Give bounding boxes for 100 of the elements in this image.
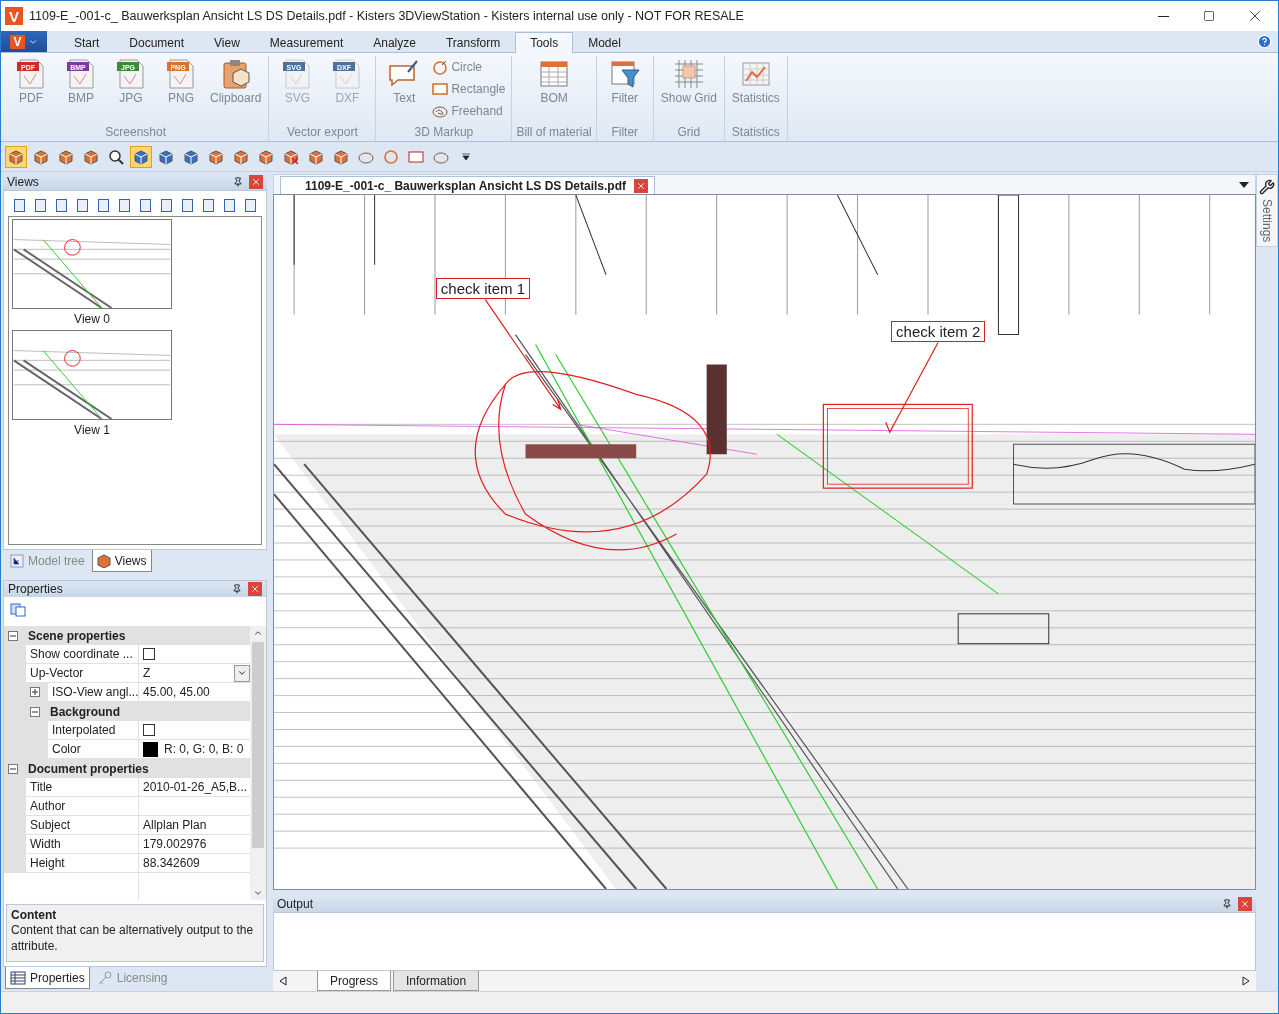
- property-value[interactable]: 179.002976: [139, 835, 250, 854]
- pin-button[interactable]: [1222, 899, 1232, 909]
- output-tab[interactable]: Information: [393, 971, 480, 991]
- view-toolbar-button[interactable]: [56, 199, 67, 212]
- ribbon-tab[interactable]: Tools: [515, 32, 574, 53]
- checkbox[interactable]: [143, 724, 155, 736]
- view-toolbar-button[interactable]: [161, 199, 172, 212]
- property-value[interactable]: [139, 721, 250, 740]
- panel-title: Output: [277, 897, 315, 911]
- close-button[interactable]: [1238, 897, 1252, 911]
- view-toolbar-button[interactable]: [77, 199, 88, 212]
- property-label: Interpolated: [48, 721, 139, 740]
- ribbon-button[interactable]: Circle: [430, 56, 508, 78]
- ribbon-tab[interactable]: Analyze: [358, 32, 431, 53]
- maximize-icon: [1203, 10, 1215, 22]
- description-title: Content: [11, 908, 58, 922]
- cube-delete-icon: [283, 148, 299, 165]
- view-label: View 1: [74, 423, 110, 437]
- ribbon-tab[interactable]: Start: [59, 32, 115, 53]
- property-value[interactable]: [139, 645, 250, 664]
- copy-icon[interactable]: [10, 603, 26, 617]
- minus-icon: [10, 632, 16, 639]
- collapse-toggle[interactable]: [30, 706, 40, 717]
- view-toolbar-button[interactable]: [203, 199, 214, 212]
- pin-button[interactable]: [232, 584, 242, 594]
- tree-icon: [10, 553, 24, 568]
- view-toolbar-button[interactable]: [35, 199, 46, 212]
- table-icon: [10, 970, 26, 985]
- property-value[interactable]: Allplan Plan: [139, 816, 250, 835]
- ribbon-tab[interactable]: Model: [573, 32, 636, 53]
- key-icon: [96, 970, 113, 985]
- panel-title: Properties: [8, 582, 64, 596]
- settings-side-tab[interactable]: Settings: [1256, 174, 1278, 248]
- view-toolbar-button[interactable]: [14, 199, 25, 212]
- view-thumbnail[interactable]: View 1: [11, 330, 173, 437]
- scroll-left-icon[interactable]: [279, 976, 287, 986]
- pin-button[interactable]: [233, 177, 243, 187]
- close-icon: [1240, 899, 1250, 909]
- ribbon-tab[interactable]: View: [199, 32, 255, 53]
- scroll-right-icon[interactable]: [1242, 976, 1250, 986]
- circle-icon: [383, 148, 399, 165]
- property-label: Height: [26, 854, 139, 873]
- collapse-toggle[interactable]: [8, 763, 18, 774]
- rectangle-icon: [408, 150, 424, 163]
- cube-icon: [308, 148, 324, 165]
- expand-toggle[interactable]: [30, 687, 40, 697]
- ribbon-tab[interactable]: Document: [114, 32, 200, 53]
- freehand-icon: [432, 103, 449, 119]
- property-value[interactable]: 2010-01-26_A5,B...: [139, 778, 250, 797]
- view-toolbar-button[interactable]: [119, 199, 130, 212]
- ribbon-group-label: Bill of material: [516, 125, 592, 141]
- property-value[interactable]: Z: [139, 664, 250, 683]
- collapse-toggle[interactable]: [8, 630, 18, 641]
- ribbon-group-label: Screenshot: [105, 125, 167, 141]
- document-tab[interactable]: 1109-E_-001-c_ Bauwerksplan Ansicht LS DS Details.pdf: [280, 176, 655, 194]
- property-label: Author: [26, 797, 139, 816]
- close-icon: [251, 177, 261, 187]
- window-title: 1109-E_-001-c_ Bauwerksplan Ansicht LS DS Details.pdf - Kisters 3DViewStation - Kisters internal use only - NOT FOR RESALE: [29, 9, 745, 23]
- panel-tab[interactable]: Views: [91, 550, 152, 572]
- markup-note[interactable]: check item 2: [891, 321, 986, 343]
- panel-title: Views: [7, 175, 40, 189]
- property-value[interactable]: 88.342609: [139, 854, 250, 873]
- markup-note[interactable]: check item 1: [435, 278, 531, 300]
- view-toolbar-button[interactable]: [245, 199, 256, 212]
- scrollbar[interactable]: [250, 626, 266, 900]
- property-label: Color: [48, 740, 139, 759]
- property-label: Up-Vector: [26, 664, 139, 683]
- help-icon[interactable]: [1257, 34, 1272, 49]
- property-value[interactable]: 45.00, 45.00: [139, 683, 250, 702]
- section-title: Document properties: [28, 761, 149, 776]
- ribbon-tab[interactable]: Measurement: [254, 32, 359, 53]
- close-button[interactable]: [249, 175, 263, 189]
- checkbox[interactable]: [143, 648, 155, 660]
- view-toolbar-button[interactable]: [182, 199, 193, 212]
- ribbon-tab[interactable]: Transform: [430, 32, 516, 53]
- view-toolbar-button[interactable]: [140, 199, 151, 212]
- minimize-icon: [1157, 15, 1169, 17]
- view-thumbnail[interactable]: View 0: [11, 219, 173, 326]
- property-label: Show coordinate ...: [26, 645, 139, 664]
- cube-icon: [258, 148, 274, 165]
- property-label: Width: [26, 835, 139, 854]
- property-value[interactable]: R: 0, G: 0, B: 0: [139, 740, 250, 759]
- app-menu-button[interactable]: V: [1, 31, 47, 52]
- property-label: ISO-View angl...: [48, 683, 139, 702]
- dropdown-icon[interactable]: [1239, 182, 1249, 188]
- close-button[interactable]: [248, 582, 262, 596]
- property-label: Subject: [26, 816, 139, 835]
- cube-select-icon: [133, 148, 149, 165]
- ribbon-group-label: 3D Markup: [414, 125, 474, 141]
- cube-select-icon: [158, 148, 174, 165]
- close-button[interactable]: [634, 178, 648, 193]
- grid-icon: [672, 58, 705, 90]
- ribbon-group-label: Grid: [677, 125, 701, 141]
- chevron-up-icon: [253, 628, 263, 638]
- output-tab[interactable]: Progress: [317, 971, 392, 991]
- dropdown-icon: [462, 152, 470, 161]
- panel-tab[interactable]: Properties: [5, 967, 90, 989]
- view-toolbar-button[interactable]: [224, 199, 235, 212]
- view-toolbar-button[interactable]: [98, 199, 109, 212]
- dropdown-button[interactable]: [234, 664, 250, 682]
